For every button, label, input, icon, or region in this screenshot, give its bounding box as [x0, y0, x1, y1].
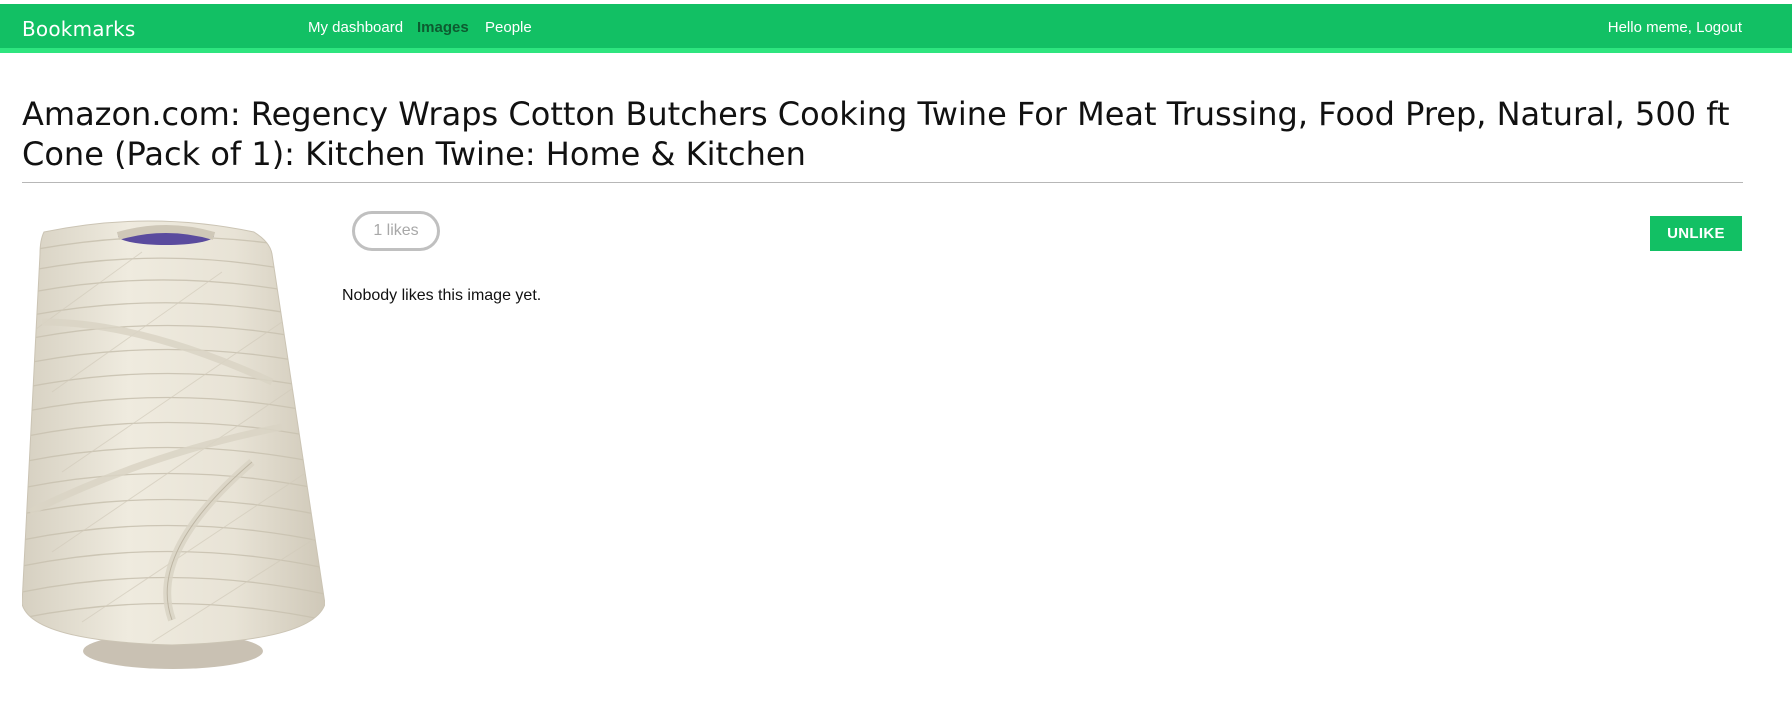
top-navbar: Bookmarks My dashboard Images People Hel…: [0, 4, 1792, 53]
like-count-badge: 1 likes: [352, 211, 440, 251]
bookmarked-image: [21, 212, 326, 670]
logo[interactable]: Bookmarks: [22, 17, 136, 41]
page-title: Amazon.com: Regency Wraps Cotton Butcher…: [22, 95, 1730, 173]
nav-people[interactable]: People: [485, 19, 532, 36]
nav-images[interactable]: Images: [417, 19, 469, 36]
user-menu-logout[interactable]: Hello meme, Logout: [1608, 19, 1742, 36]
likers-empty-message: Nobody likes this image yet.: [342, 287, 542, 304]
nav-my-dashboard[interactable]: My dashboard: [308, 19, 403, 36]
unlike-button[interactable]: UNLIKE: [1650, 216, 1742, 251]
title-divider: [22, 182, 1743, 183]
